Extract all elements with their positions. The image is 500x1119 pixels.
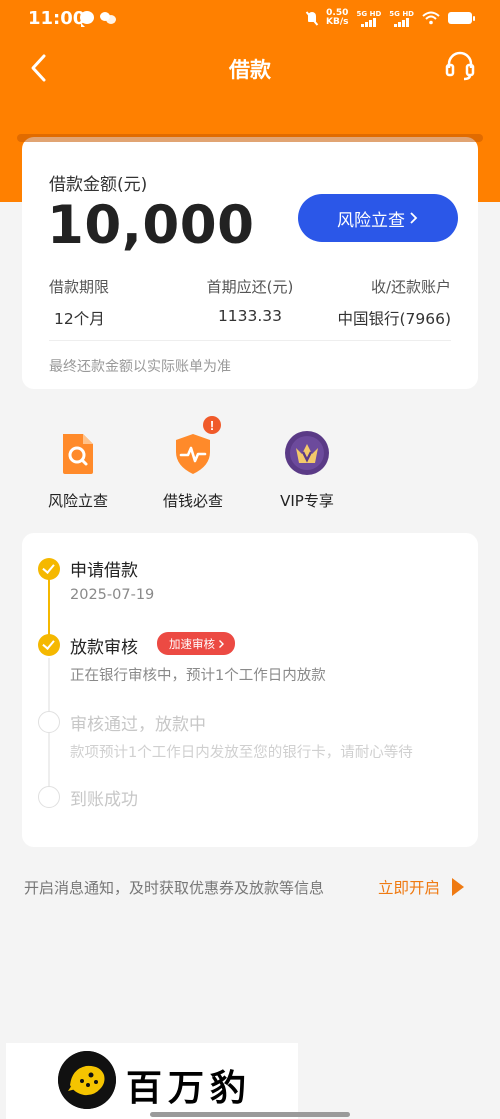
repayment-note: 最终还款金额以实际账单为准 [49, 359, 231, 375]
sim2-label: 5G HD [389, 9, 414, 18]
page-title: 借款 [229, 58, 271, 82]
timeline-step-subtitle: 正在银行审核中，预计1个工作日内放款 [70, 668, 326, 684]
first-repayment-value: 1133.33 [217, 307, 283, 325]
timeline-step-title: 申请借款 [70, 561, 138, 581]
status-time: 11:00 [28, 8, 86, 29]
home-indicator[interactable] [150, 1112, 350, 1117]
timeline-step-subtitle: 款项预计1个工作日内发放至您的银行卡，请耐心等待 [70, 745, 413, 761]
enable-notifications-link[interactable]: 立即开启 [378, 876, 440, 898]
quick-action-borrow-check[interactable]: ! 借钱必查 [145, 416, 241, 511]
status-bar: 11:00 0.50 KB/s 5G HD 5G HD [0, 0, 500, 38]
status-right-icons: 0.50 KB/s 5G HD 5G HD [306, 9, 475, 27]
timeline-line-pending [48, 733, 50, 788]
loan-summary-card: 借款金额(元) 10,000 风险立查 借款期限 12个月 首期应还(元) 11… [17, 134, 483, 389]
quick-action-risk-check[interactable]: 风险立查 [30, 428, 126, 511]
loan-info-columns: 借款期限 12个月 首期应还(元) 1133.33 收/还款账户 中国银行(79… [49, 276, 451, 329]
notification-prompt: 开启消息通知，及时获取优惠券及放款等信息 [24, 879, 325, 897]
repayment-account-label: 收/还款账户 [370, 278, 451, 296]
signal-sim2: 5G HD [389, 10, 414, 27]
brand-watermark: 百万豹 [6, 1043, 298, 1119]
first-repayment-label: 首期应还(元) [206, 278, 294, 296]
timeline-line-pending [48, 658, 50, 718]
quick-action-label: VIP专享 [280, 492, 334, 510]
network-speed-unit: KB/s [326, 17, 349, 27]
amount-label: 借款金额(元) [49, 175, 148, 195]
message-icon [80, 11, 94, 27]
shield-pulse-icon: ! [176, 416, 221, 474]
loan-progress-card: 申请借款 2025-07-19 放款审核 加速审核 正在银行审核中，预计1个工作… [22, 533, 478, 847]
alert-badge: ! [210, 418, 214, 433]
leopard-logo-icon [58, 1051, 116, 1109]
loan-term-value: 12个月 [54, 310, 105, 328]
repayment-account: 收/还款账户 中国银行(7966) [317, 276, 451, 329]
timeline-pending-icon [38, 711, 60, 733]
wechat-icon [100, 11, 116, 24]
timeline-step-subtitle: 2025-07-19 [70, 587, 155, 603]
amount-value: 10,000 [47, 195, 255, 256]
risk-check-button-label: 风险立查 [337, 210, 405, 231]
wifi-icon [422, 11, 440, 25]
notification-icons [80, 11, 116, 27]
brand-name: 百万豹 [126, 1067, 253, 1109]
speed-up-review-button[interactable]: 加速审核 [157, 632, 235, 655]
first-repayment: 首期应还(元) 1133.33 [183, 276, 317, 329]
speed-up-review-label: 加速审核 [169, 636, 215, 651]
vip-crown-icon [285, 431, 329, 475]
timeline-step-title: 到账成功 [70, 790, 138, 810]
loan-term: 借款期限 12个月 [49, 276, 183, 329]
timeline-check-icon [38, 558, 60, 580]
mute-icon [306, 11, 318, 25]
chevron-right-icon [410, 212, 418, 224]
timeline-check-icon [38, 634, 60, 656]
timeline-step-title: 放款审核 [70, 638, 138, 658]
network-speed: 0.50 KB/s [326, 9, 348, 27]
quick-action-label: 借钱必查 [162, 492, 223, 510]
signal-bars-icon [361, 17, 377, 27]
quick-action-label: 风险立查 [47, 492, 108, 510]
customer-service-icon[interactable] [444, 50, 476, 82]
timeline-step-title: 审核通过，放款中 [70, 715, 206, 735]
sim1-label: 5G HD [356, 9, 382, 18]
signal-bars-icon [394, 17, 410, 27]
timeline-pending-icon [38, 786, 60, 808]
quick-action-vip[interactable]: VIP专享 [259, 428, 355, 511]
signal-sim1: 5G HD [356, 9, 382, 27]
loan-term-label: 借款期限 [49, 278, 110, 296]
battery-icon [448, 12, 475, 24]
play-arrow-icon[interactable] [452, 878, 464, 896]
divider [49, 340, 451, 341]
search-doc-icon [63, 434, 93, 474]
repayment-account-value: 中国银行(7966) [337, 310, 451, 328]
risk-check-button[interactable]: 风险立查 [298, 194, 458, 242]
chevron-right-icon [219, 639, 224, 648]
